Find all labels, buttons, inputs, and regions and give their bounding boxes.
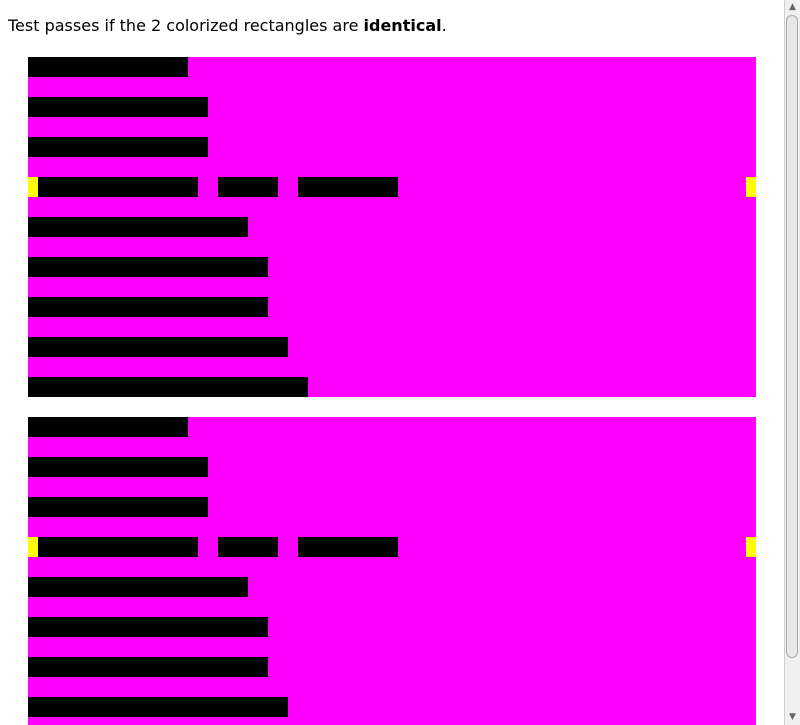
text-line-9 [28, 377, 308, 397]
glyph-run [28, 217, 248, 237]
glyph-run [28, 257, 268, 277]
glyph-run [28, 577, 248, 597]
arrow-up-icon[interactable]: ▲ [785, 0, 800, 15]
text-line-7 [28, 297, 268, 317]
text-line-5 [28, 577, 248, 597]
glyph-run [28, 497, 208, 517]
test-rectangle-1 [28, 57, 756, 397]
glyph-run [28, 697, 288, 717]
text-line-8 [28, 697, 288, 717]
text-line-1 [28, 57, 188, 77]
text-line-3 [28, 497, 208, 517]
yellow-marker-right [746, 537, 756, 557]
glyph-run [28, 97, 208, 117]
yellow-marker-left [28, 177, 38, 197]
text-line-6 [28, 257, 268, 277]
glyph-run [28, 337, 288, 357]
glyph-run [218, 537, 278, 557]
glyph-run [28, 417, 188, 437]
text-line-4 [28, 537, 756, 557]
vertical-scrollbar[interactable]: ▲ ▼ [784, 0, 800, 725]
glyph-run [218, 177, 278, 197]
glyph-run [38, 177, 198, 197]
glyph-run [28, 137, 208, 157]
scrollbar-thumb[interactable] [786, 15, 798, 658]
test-rectangle-2 [28, 417, 756, 725]
text-line-4 [28, 177, 756, 197]
text-line-8 [28, 337, 288, 357]
arrow-down-icon[interactable]: ▼ [785, 710, 800, 725]
glyph-run [28, 297, 268, 317]
test-instructions: Test passes if the 2 colorized rectangle… [8, 16, 447, 36]
text-line-1 [28, 417, 188, 437]
glyph-run [298, 537, 398, 557]
glyph-run [28, 657, 268, 677]
instructions-suffix: . [441, 16, 447, 35]
glyph-run [28, 457, 208, 477]
glyph-run [28, 377, 308, 397]
text-line-3 [28, 137, 208, 157]
yellow-marker-right [746, 177, 756, 197]
text-line-6 [28, 617, 268, 637]
text-line-5 [28, 217, 248, 237]
glyph-run [28, 617, 268, 637]
glyph-run [298, 177, 398, 197]
text-line-2 [28, 457, 208, 477]
glyph-run [28, 57, 188, 77]
instructions-prefix: Test passes if the 2 colorized rectangle… [8, 16, 364, 35]
text-line-7 [28, 657, 268, 677]
yellow-marker-left [28, 537, 38, 557]
instructions-emphasis: identical [363, 16, 442, 35]
text-line-2 [28, 97, 208, 117]
glyph-run [38, 537, 198, 557]
